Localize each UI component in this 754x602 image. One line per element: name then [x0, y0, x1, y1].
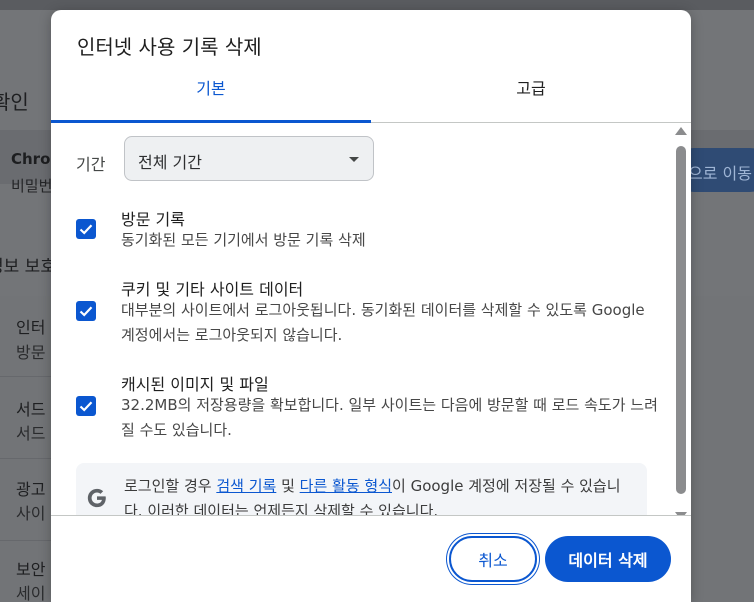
time-range-value: 전체 기간: [138, 153, 202, 172]
checkmark-icon: [79, 224, 93, 235]
info-text-prefix: 로그인할 경우: [124, 477, 217, 495]
scrollbar-thumb[interactable]: [676, 146, 686, 494]
option-description: 32.2MB의 저장용량을 확보합니다. 일부 사이트는 다음에 방문할 때 로…: [121, 396, 658, 439]
background-card-button-label: 으로 이동: [688, 164, 752, 183]
option-title: 방문 기록: [121, 210, 185, 229]
checkmark-icon: [79, 401, 93, 412]
other-activity-link[interactable]: 다른 활동 형식: [300, 477, 392, 495]
dialog-footer: 취소 데이터 삭제: [51, 515, 691, 602]
time-range-dropdown[interactable]: 전체 기간: [124, 136, 374, 181]
background-row-title: 보안: [16, 560, 46, 579]
google-account-info-box: 로그인할 경우 검색 기록 및 다른 활동 형식이 Google 계정에 저장될…: [76, 463, 647, 516]
tab-advanced[interactable]: 고급: [371, 70, 691, 122]
option-description: 동기화된 모든 기기에서 방문 기록 삭제: [121, 231, 366, 249]
background-section-title: 정보 보호: [0, 257, 56, 277]
tab-basic[interactable]: 기본: [51, 70, 371, 122]
background-row-title: 광고: [16, 480, 46, 499]
cookies-checkbox[interactable]: [76, 301, 96, 321]
browsing-history-checkbox[interactable]: [76, 219, 96, 239]
option-title: 쿠키 및 기타 사이트 데이터: [121, 280, 304, 299]
option-description: 대부분의 사이트에서 로그아웃됩니다. 동기화된 데이터를 삭제할 수 있도록 …: [121, 301, 645, 344]
scroll-up-arrow-icon[interactable]: [675, 127, 687, 135]
time-range-label: 기간: [76, 155, 106, 174]
cached-files-checkbox[interactable]: [76, 396, 96, 416]
background-row-subtitle: 서드: [16, 424, 46, 443]
selected-tab-indicator: [51, 120, 371, 123]
background-row-subtitle: 방문: [16, 343, 46, 362]
background-row-subtitle: 세이: [16, 584, 46, 602]
dialog-title: 인터넷 사용 기록 삭제: [77, 35, 262, 59]
dropdown-arrow-icon: [349, 157, 359, 162]
dialog-content: 기간 전체 기간 방문 기록 동기화된 모든 기기에서 방문 기록 삭제 쿠키 …: [51, 124, 691, 516]
google-g-icon: [87, 488, 106, 508]
background-row-title: 서드: [16, 400, 46, 419]
background-card-subtitle: 비밀번: [11, 177, 53, 195]
tab-bar: 기본 고급: [51, 70, 691, 123]
search-history-link[interactable]: 검색 기록: [216, 477, 276, 495]
cancel-button[interactable]: 취소: [449, 536, 537, 582]
delete-data-button[interactable]: 데이터 삭제: [545, 536, 671, 582]
checkmark-icon: [79, 306, 93, 317]
background-topbar: [0, 0, 754, 10]
option-title: 캐시된 이미지 및 파일: [121, 375, 269, 394]
background-row-title: 인터: [16, 318, 46, 337]
clear-browsing-data-dialog: 인터넷 사용 기록 삭제 기본 고급 기간 전체 기간 방문 기록 동기화된 모…: [51, 10, 691, 602]
background-heading: 확인: [0, 90, 29, 114]
info-text: 로그인할 경우 검색 기록 및 다른 활동 형식이 Google 계정에 저장될…: [124, 474, 639, 516]
info-text-middle: 및: [276, 477, 300, 495]
background-row-subtitle: 사이: [16, 504, 46, 523]
